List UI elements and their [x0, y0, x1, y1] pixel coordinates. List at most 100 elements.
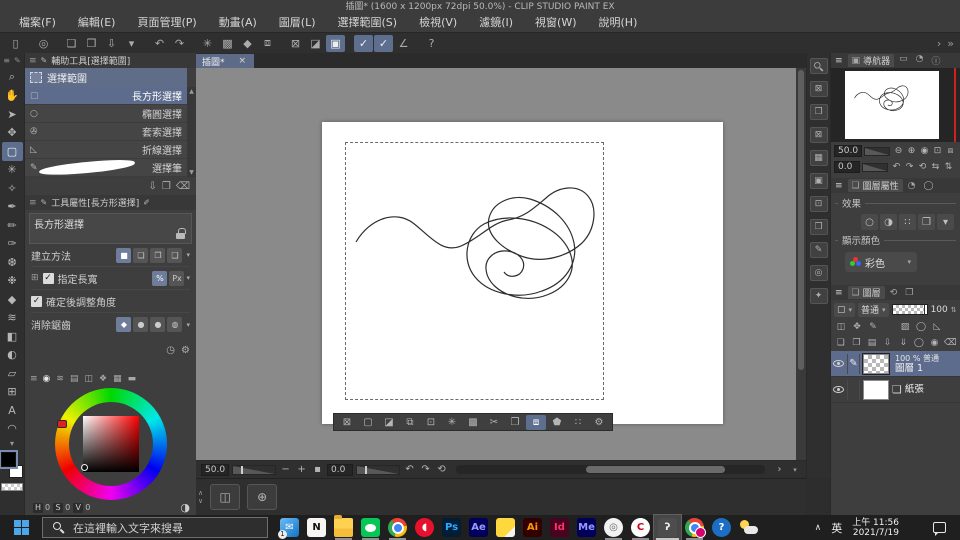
selection-tone[interactable]: ▩ — [463, 415, 483, 430]
status-bar-corner-chevron[interactable]: ▾ — [789, 463, 801, 476]
item-bank-tab[interactable]: ◔ — [916, 54, 924, 67]
eyedropper-tool[interactable]: ✧ — [2, 179, 23, 198]
new-layer-folder[interactable]: ▤ — [865, 336, 879, 350]
invert-selection[interactable]: ◪ — [306, 35, 325, 52]
vertical-scrollbar-thumb[interactable] — [798, 70, 804, 370]
expand-selection[interactable]: ⧉ — [400, 415, 420, 430]
eraser-tool[interactable]: ◆ — [2, 290, 23, 309]
reset-tool-property[interactable]: ◷ — [166, 345, 175, 356]
navigator-thumbnail[interactable] — [845, 71, 939, 139]
save-file[interactable]: ⇩ — [102, 35, 121, 52]
tab-layer-property[interactable]: ❏ 圖層屬性 — [847, 179, 903, 192]
scale-rotate[interactable]: ⧈ — [526, 414, 546, 430]
blend-tool[interactable]: ≋ — [2, 309, 23, 328]
tab-navigator[interactable]: ▣ 導航器 — [847, 54, 895, 67]
app-mail[interactable]: ✉ 1 — [276, 515, 303, 540]
navigator-rotation-value[interactable]: 0.0 — [834, 161, 860, 173]
clear[interactable]: ✳ — [198, 35, 217, 52]
app-aftereffects[interactable]: Ae — [465, 515, 492, 540]
register-page[interactable]: ⊕ — [247, 484, 278, 510]
actual-size[interactable]: ◉ — [918, 145, 931, 157]
flip-horizontal[interactable]: ⇆ — [929, 161, 942, 173]
effect-chevron[interactable]: ▾ — [937, 214, 954, 230]
subtool-tab-label[interactable]: 輔助工具[選擇範圍] — [51, 54, 130, 67]
app-weather[interactable] — [735, 515, 762, 540]
layer-thumbnail[interactable] — [862, 352, 890, 375]
opacity-slider[interactable] — [891, 304, 928, 315]
rotate-right[interactable]: ↷ — [419, 463, 432, 476]
app-line[interactable] — [357, 515, 384, 540]
main-color-swatch[interactable] — [0, 450, 18, 469]
subtool-item[interactable]: ✇ 套索選擇 — [25, 123, 187, 141]
selection-launcher-toggle[interactable]: ▣ — [326, 34, 345, 52]
app-notion[interactable]: N — [303, 515, 330, 540]
material-manga[interactable]: ▣ — [809, 173, 828, 189]
blur-border[interactable]: ✳ — [442, 415, 462, 430]
menu-item[interactable]: 頁面管理(P) — [126, 14, 207, 32]
hue-marker[interactable] — [57, 420, 67, 428]
reset-rotation[interactable]: ⟲ — [435, 463, 448, 476]
horizontal-scrollbar[interactable] — [456, 465, 765, 474]
tool-strip-more-chevron[interactable]: ▾ — [10, 439, 14, 448]
import-subtool[interactable]: ⇩ — [149, 181, 157, 192]
page-down-icon[interactable]: ∨ — [198, 497, 203, 505]
blend-mode-dropdown[interactable]: 普通 ▾ — [858, 302, 889, 317]
zoom-in[interactable]: ⊕ — [905, 145, 918, 157]
brush-size-tab-icon[interactable]: ✐ — [143, 198, 150, 207]
shrink-selection[interactable]: ⊡ — [421, 415, 441, 430]
open-file[interactable]: ❒ — [82, 35, 101, 52]
cut-and-paste[interactable]: ✂ — [484, 415, 504, 430]
material-3d[interactable]: ❒ — [809, 219, 828, 235]
zoom-value[interactable]: 50.0 — [201, 463, 230, 476]
rotation-slider[interactable] — [356, 464, 401, 475]
tray-chevron-icon[interactable]: ∧ — [815, 523, 822, 533]
new-canvas[interactable]: ❏ — [62, 35, 81, 52]
rotation-value[interactable]: 0.0 — [327, 463, 354, 476]
layer-visibility-eye-icon[interactable] — [833, 360, 844, 367]
figure-tool[interactable]: ▱ — [2, 364, 23, 383]
menu-item[interactable]: 編輯(E) — [67, 14, 127, 32]
layer-row[interactable]: ❏ 紙張 — [831, 377, 960, 403]
stroke-tab[interactable]: ◯ — [924, 181, 934, 191]
horizontal-scrollbar-thumb[interactable] — [585, 466, 725, 473]
material-history[interactable]: ✦ — [809, 288, 828, 304]
app-help[interactable]: ? — [708, 515, 735, 540]
material-monochrome[interactable]: ⊠ — [809, 127, 828, 143]
subtool-item[interactable]: ◺ 折線選擇 — [25, 141, 187, 159]
input-language[interactable]: 英 — [831, 520, 842, 536]
tool-property-menu-icon[interactable]: ≡ — [29, 198, 37, 208]
menu-item[interactable]: 濾鏡(I) — [468, 14, 524, 32]
snap-to-ruler[interactable]: ✓ — [354, 34, 373, 52]
csp-logo-icon[interactable]: ◎ — [34, 35, 53, 52]
subtool-item[interactable]: ▢ 長方形選擇 — [25, 87, 187, 105]
toolbar-overflow[interactable]: » — [947, 37, 954, 50]
fit-to-window[interactable]: ⧈ — [944, 145, 957, 157]
material-download[interactable]: ◎ — [809, 265, 828, 281]
zoom-slider[interactable] — [232, 464, 277, 475]
app-illustrator[interactable]: Ai — [519, 515, 546, 540]
scale-rotate[interactable]: ⧈ — [258, 35, 277, 52]
decoration-tool[interactable]: ❉ — [2, 272, 23, 291]
snap-to-special-ruler[interactable]: ✓ — [374, 34, 393, 52]
reference-layer[interactable]: ✥ — [850, 320, 864, 334]
auto-select-tool[interactable]: ✳ — [2, 161, 23, 180]
material-color-pattern[interactable]: ❒ — [809, 104, 828, 120]
layer-row[interactable]: ✎ 100 % 普通 圖層 1 — [831, 351, 960, 377]
material-all[interactable]: ⊠ — [809, 81, 828, 97]
lock-transparent-pixels[interactable]: ▨ — [898, 320, 912, 334]
color-wheel-tab[interactable]: ◉ — [43, 374, 51, 384]
reset-rotation[interactable]: ⟲ — [916, 161, 929, 173]
layer-name[interactable]: 圖層 1 — [895, 363, 939, 374]
search-materials[interactable] — [809, 58, 828, 74]
palette-color-dropdown[interactable]: ▢ ▾ — [834, 302, 856, 317]
chevron-down-icon[interactable]: ▾ — [186, 321, 190, 329]
palette-dock-toggle[interactable]: ▯ — [6, 35, 25, 52]
app-photoshop[interactable]: Ps — [438, 515, 465, 540]
layer-menu-icon[interactable]: ≡ — [835, 288, 843, 298]
expand-icon[interactable]: ⊞ — [31, 273, 39, 283]
subtool-menu-icon[interactable]: ≡ — [29, 56, 37, 66]
clip-to-layer-below[interactable]: ◫ — [834, 320, 848, 334]
opacity-stepper[interactable]: ⇅ — [951, 306, 957, 314]
navigator-rotation-slider[interactable] — [862, 162, 888, 172]
redo[interactable]: ↷ — [170, 35, 189, 52]
